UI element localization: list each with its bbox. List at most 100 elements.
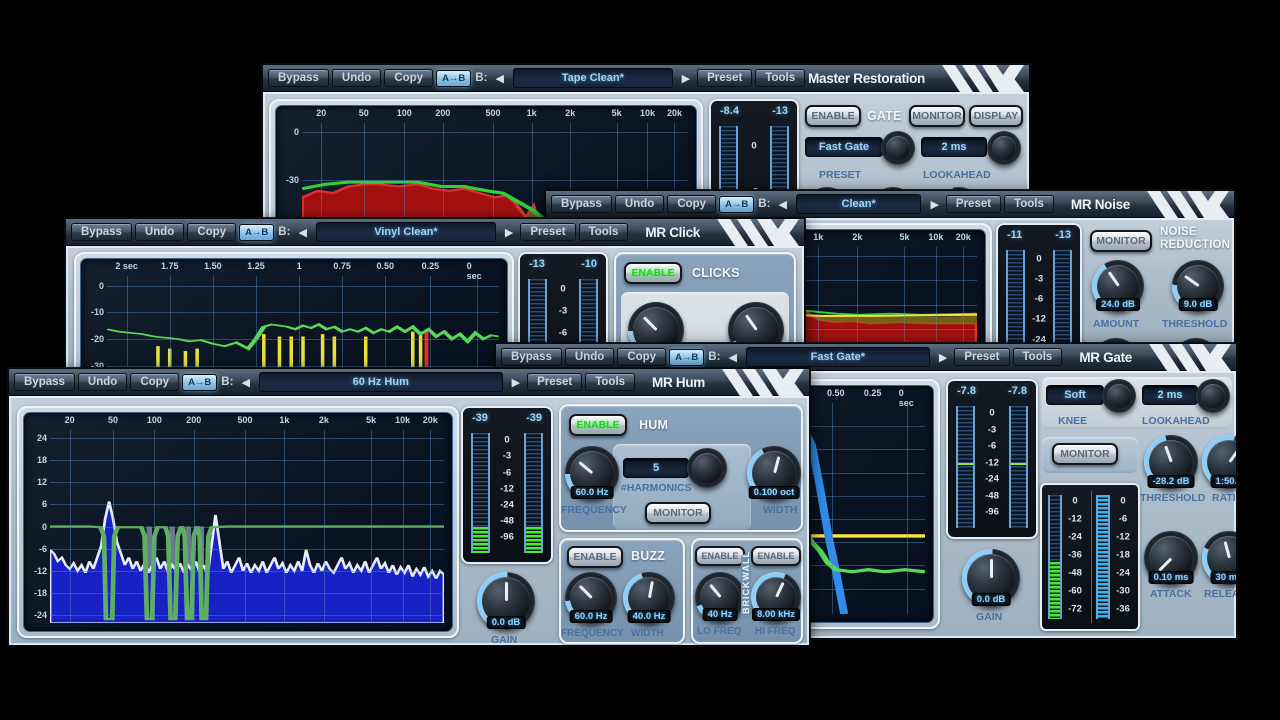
- preset-field[interactable]: 60 Hz Hum: [259, 372, 503, 392]
- ab-compare-button[interactable]: A→B: [182, 374, 217, 391]
- preset-menu-button[interactable]: Preset: [946, 195, 1001, 213]
- tick-label: -10: [91, 307, 104, 317]
- harmonics-knob[interactable]: [687, 448, 727, 488]
- gate-preset-knob[interactable]: [881, 131, 915, 165]
- tools-menu-button[interactable]: Tools: [585, 373, 635, 391]
- gain-knob[interactable]: 0.0 dB: [477, 572, 535, 630]
- undo-button[interactable]: Undo: [565, 348, 614, 366]
- preset-field[interactable]: Tape Clean*: [513, 68, 673, 88]
- ab-compare-button[interactable]: A→B: [436, 70, 471, 87]
- preset-field[interactable]: Clean*: [796, 194, 922, 214]
- tick-label: -6: [503, 467, 511, 478]
- preset-menu-button[interactable]: Preset: [954, 348, 1009, 366]
- copy-button[interactable]: Copy: [667, 195, 716, 213]
- brickwall-lo-enable-button[interactable]: ENABLE: [695, 546, 745, 566]
- next-preset-button[interactable]: ▶: [678, 70, 694, 87]
- gate-preset-display[interactable]: Fast Gate: [805, 137, 883, 157]
- tick-label: 5k: [899, 232, 909, 242]
- preset-field[interactable]: Vinyl Clean*: [316, 222, 496, 242]
- bypass-button[interactable]: Bypass: [501, 348, 562, 366]
- next-preset-button[interactable]: ▶: [501, 224, 517, 241]
- release-knob[interactable]: 30 ms: [1202, 531, 1237, 585]
- noise-threshold-knob[interactable]: 9.0 dB: [1172, 260, 1224, 312]
- out-scale: 0-6-12-18-24-30-36: [1110, 495, 1136, 619]
- undo-button[interactable]: Undo: [135, 223, 184, 241]
- brickwall-hi-enable-button[interactable]: ENABLE: [751, 546, 801, 566]
- preset-menu-button[interactable]: Preset: [527, 373, 582, 391]
- bypass-button[interactable]: Bypass: [71, 223, 132, 241]
- ratio-knob[interactable]: 1:50.0: [1202, 435, 1237, 489]
- hi-freq-knob[interactable]: 8.00 kHz: [751, 572, 801, 622]
- window-title: Master Restoration: [808, 71, 925, 86]
- undo-button[interactable]: Undo: [615, 195, 664, 213]
- clicks-enable-button[interactable]: ENABLE: [624, 262, 682, 284]
- tools-menu-button[interactable]: Tools: [1013, 348, 1063, 366]
- meter-readout-right: -13: [772, 105, 788, 117]
- level-axis: 0-10-20-30-40: [81, 276, 107, 378]
- undo-button[interactable]: Undo: [332, 69, 381, 87]
- buzz-enable-button[interactable]: ENABLE: [567, 546, 623, 568]
- harmonics-label: #HARMONICS: [621, 482, 692, 494]
- preset-menu-button[interactable]: Preset: [520, 223, 575, 241]
- lookahead-display[interactable]: 2 ms: [1142, 385, 1198, 405]
- tick-label: -96: [500, 532, 514, 543]
- tools-menu-button[interactable]: Tools: [1004, 195, 1054, 213]
- bypass-button[interactable]: Bypass: [551, 195, 612, 213]
- tick-label: 0: [294, 127, 299, 137]
- attack-label: ATTACK: [1150, 588, 1192, 600]
- prev-preset-button[interactable]: ◀: [294, 224, 310, 241]
- ab-compare-button[interactable]: A→B: [239, 224, 274, 241]
- hum-frequency-knob[interactable]: 60.0 Hz: [565, 446, 619, 500]
- next-preset-button[interactable]: ▶: [926, 196, 942, 213]
- gate-display-button[interactable]: DISPLAY: [969, 105, 1023, 127]
- ab-compare-button[interactable]: A→B: [719, 196, 754, 213]
- tick-label: -18: [1116, 550, 1130, 561]
- gate-lookahead-display[interactable]: 2 ms: [921, 137, 987, 157]
- gate-monitor-button[interactable]: MONITOR: [1052, 443, 1118, 465]
- knee-knob[interactable]: [1102, 379, 1136, 413]
- copy-button[interactable]: Copy: [617, 348, 666, 366]
- next-preset-button[interactable]: ▶: [935, 349, 951, 366]
- lookahead-knob[interactable]: [1196, 379, 1230, 413]
- buzz-width-knob[interactable]: 40.0 Hz: [623, 572, 675, 624]
- hum-width-knob[interactable]: 0.100 oct: [747, 446, 801, 500]
- copy-button[interactable]: Copy: [187, 223, 236, 241]
- gate-lookahead-knob[interactable]: [987, 131, 1021, 165]
- bypass-button[interactable]: Bypass: [14, 373, 75, 391]
- gate-enable-button[interactable]: ENABLE: [805, 105, 861, 127]
- undo-button[interactable]: Undo: [78, 373, 127, 391]
- prev-preset-button[interactable]: ◀: [724, 349, 740, 366]
- copy-button[interactable]: Copy: [130, 373, 179, 391]
- meter-readout-right: -7.8: [1008, 385, 1027, 397]
- lo-freq-knob[interactable]: 40 Hz: [695, 572, 745, 622]
- prev-preset-button[interactable]: ◀: [491, 70, 507, 87]
- tick-label: 200: [186, 415, 201, 425]
- tools-menu-button[interactable]: Tools: [755, 69, 805, 87]
- tick-label: -36: [1068, 550, 1082, 561]
- noise-monitor-button[interactable]: MONITOR: [1090, 230, 1152, 252]
- buzz-frequency-knob[interactable]: 60.0 Hz: [565, 572, 617, 624]
- gate-threshold-knob[interactable]: -28.2 dB: [1144, 435, 1198, 489]
- ab-compare-button[interactable]: A→B: [669, 349, 704, 366]
- tick-label: -24: [34, 610, 47, 620]
- copy-button[interactable]: Copy: [384, 69, 433, 87]
- attack-knob[interactable]: 0.10 ms: [1144, 531, 1198, 585]
- tick-label: -72: [1068, 604, 1082, 615]
- tick-label: 0.25: [422, 261, 440, 271]
- gain-knob[interactable]: 0.0 dB: [962, 549, 1020, 607]
- harmonics-display[interactable]: 5: [623, 458, 689, 478]
- prev-preset-button[interactable]: ◀: [774, 196, 790, 213]
- preset-menu-button[interactable]: Preset: [697, 69, 752, 87]
- knee-display[interactable]: Soft: [1046, 385, 1104, 405]
- hum-enable-button[interactable]: ENABLE: [569, 414, 627, 436]
- meter-scale: 0-3-6-12-24: [1028, 250, 1050, 348]
- hi-freq-label: HI FREQ: [755, 626, 796, 637]
- prev-preset-button[interactable]: ◀: [237, 374, 253, 391]
- gate-monitor-button[interactable]: MONITOR: [909, 105, 965, 127]
- preset-field[interactable]: Fast Gate*: [746, 347, 930, 367]
- hum-monitor-button[interactable]: MONITOR: [645, 502, 711, 524]
- amount-knob[interactable]: 24.0 dB: [1092, 260, 1144, 312]
- bypass-button[interactable]: Bypass: [268, 69, 329, 87]
- tools-menu-button[interactable]: Tools: [579, 223, 629, 241]
- next-preset-button[interactable]: ▶: [508, 374, 524, 391]
